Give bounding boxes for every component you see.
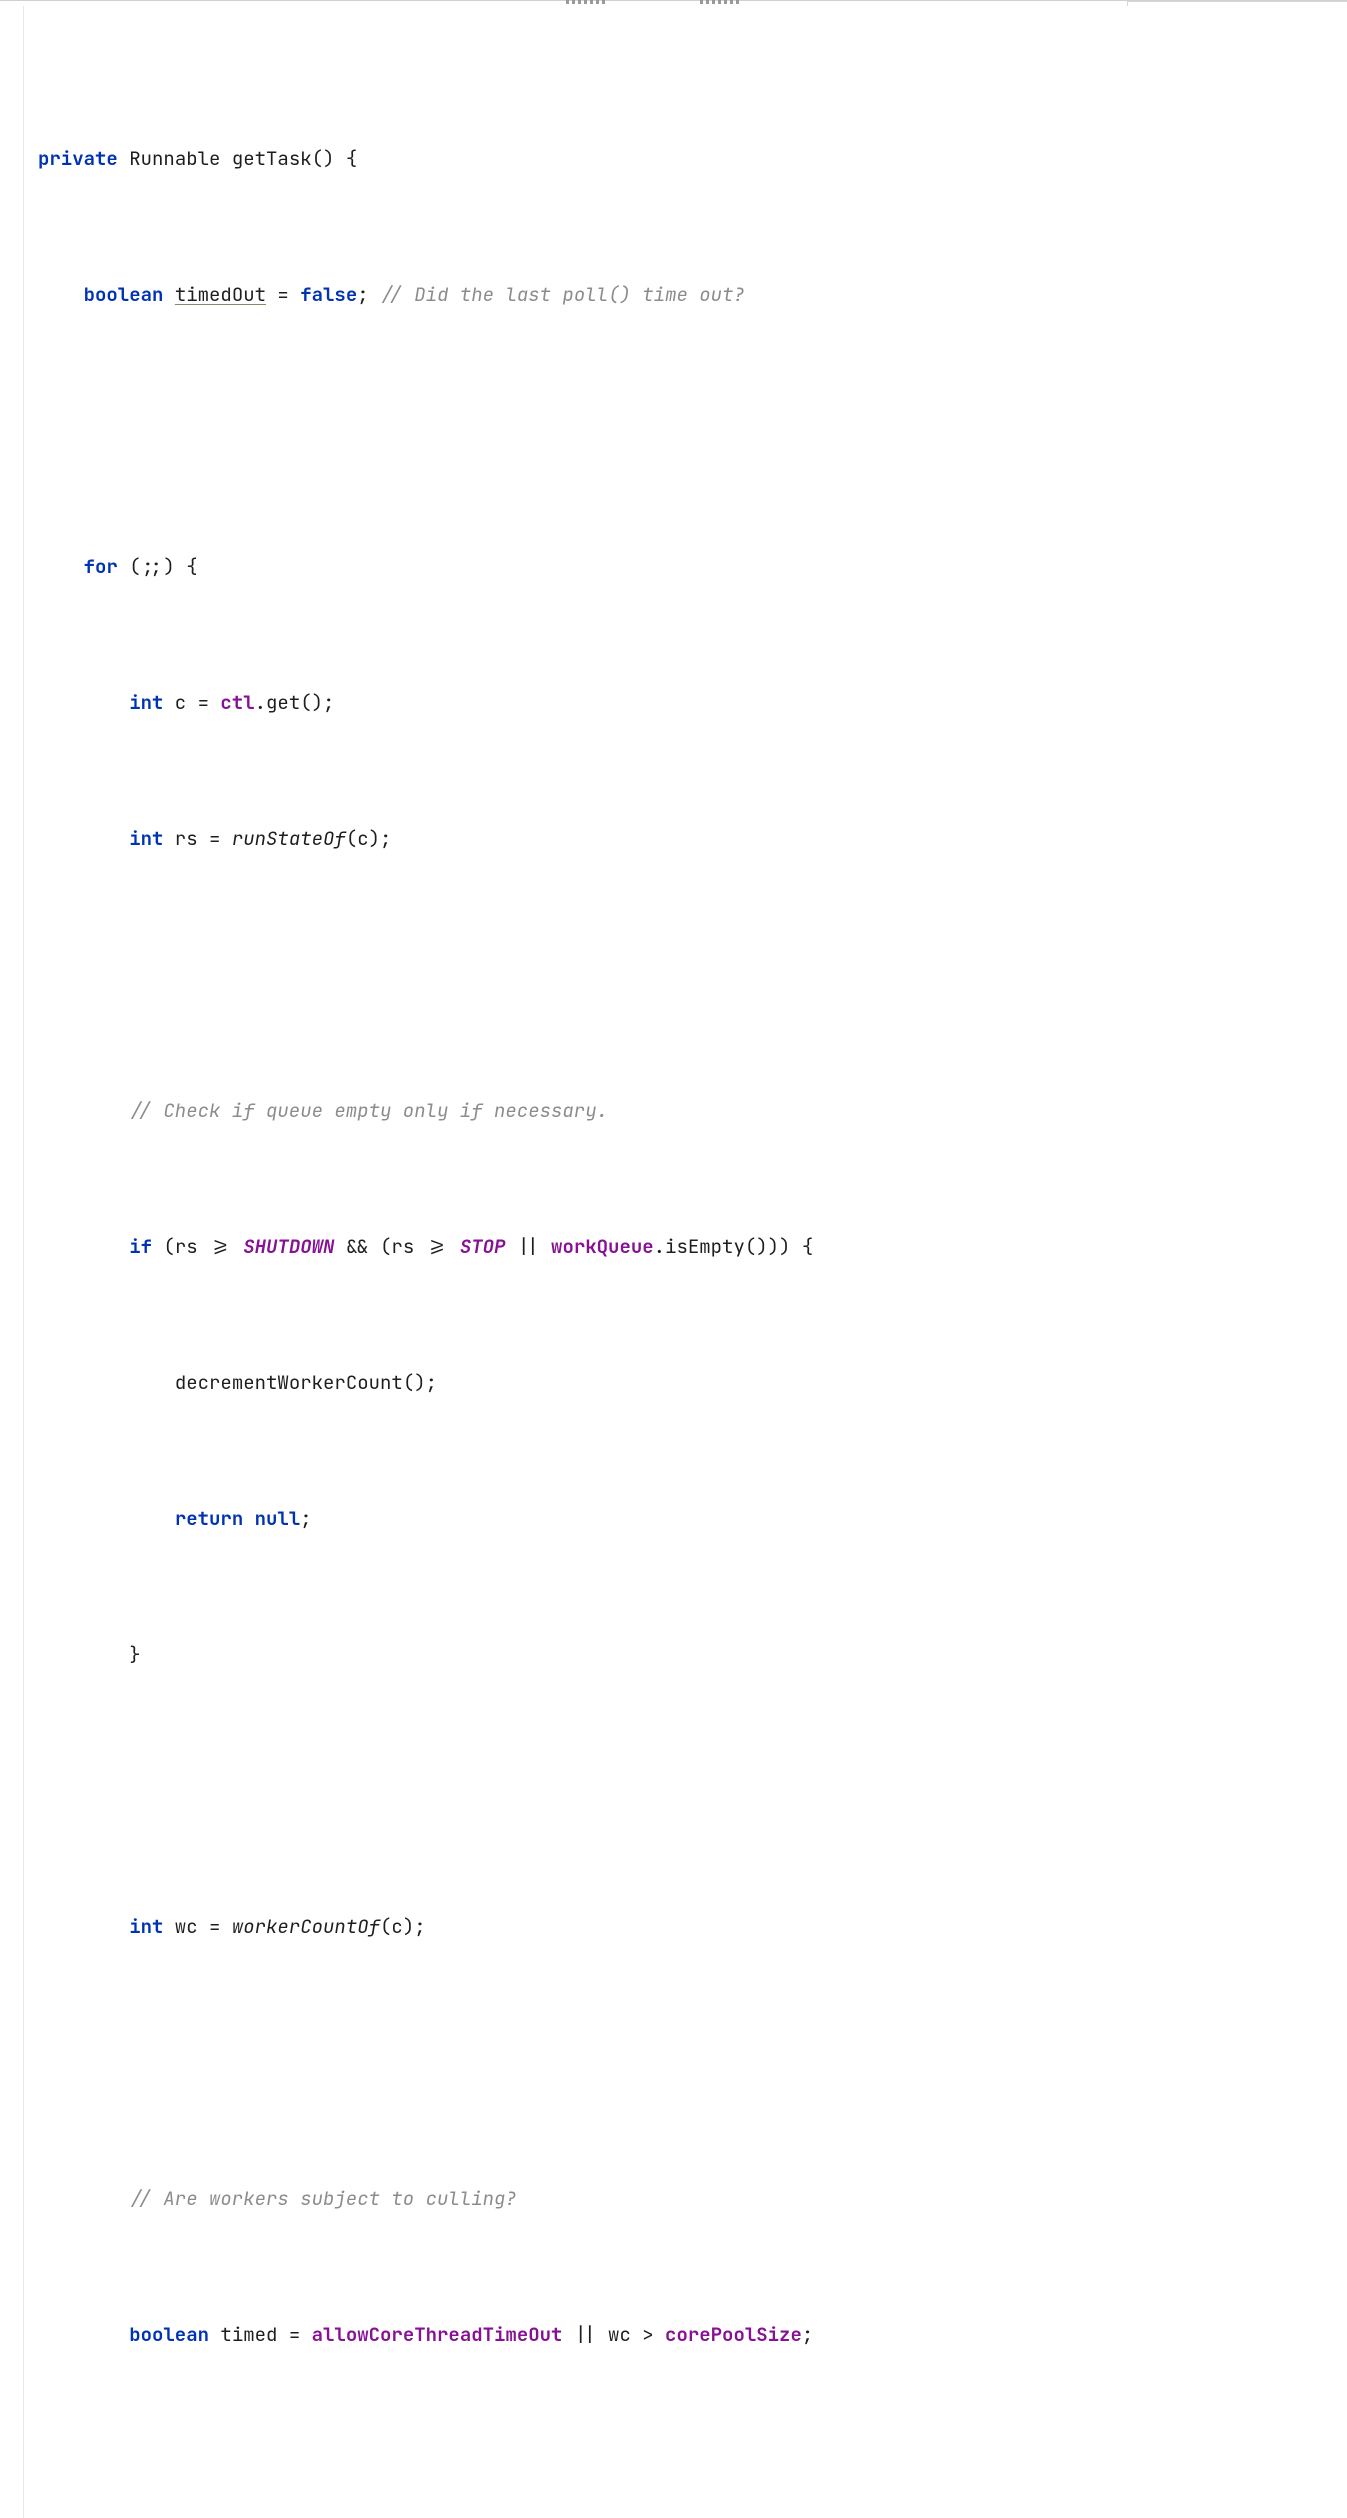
comment: // Are workers subject to culling? [129,2186,517,2211]
code-line[interactable]: private Runnable getTask() { [38,142,1347,176]
field: ctl [220,690,254,715]
comment: // Check if queue empty only if necessar… [129,1098,608,1123]
keyword: private [38,146,118,171]
code-editor[interactable]: private Runnable getTask() { boolean tim… [0,6,1347,2518]
keyword: return null [175,1506,300,1531]
keyword: for [84,554,118,579]
code-line[interactable]: boolean timedOut = false; // Did the las… [38,278,1347,312]
comment: // Did the last poll() time out? [380,282,745,307]
editor-gutter [0,6,24,2518]
brace: } [129,1642,140,1667]
method-name: getTask [232,146,312,171]
constant: SHUTDOWN [243,1234,334,1259]
keyword: boolean [129,2322,209,2347]
code-line[interactable]: int wc = workerCountOf(c); [38,1910,1347,1944]
type: Runnable [129,146,220,171]
keyword: int [129,826,163,851]
static-method: workerCountOf [232,1914,380,1939]
static-method: runStateOf [232,826,346,851]
code-line[interactable]: } [38,1638,1347,1672]
field: corePoolSize [665,2322,802,2347]
method-call: decrementWorkerCount(); [175,1370,437,1395]
code-line[interactable]: return null; [38,1502,1347,1536]
code-line[interactable]: // Are workers subject to culling? [38,2182,1347,2216]
keyword: if [129,1234,152,1259]
code-line[interactable]: boolean timed = allowCoreThreadTimeOut |… [38,2318,1347,2352]
code-line[interactable] [38,414,1347,448]
code-line[interactable]: for (;;) { [38,550,1347,584]
code-line[interactable] [38,2454,1347,2488]
keyword: int [129,690,163,715]
code-line[interactable] [38,2046,1347,2080]
code-line[interactable]: // Check if queue empty only if necessar… [38,1094,1347,1128]
keyword: int [129,1914,163,1939]
literal: false [300,282,357,307]
code-line[interactable] [38,1774,1347,1808]
code-line[interactable]: int c = ctl.get(); [38,686,1347,720]
code-line[interactable]: int rs = runStateOf(c); [38,822,1347,856]
field: allowCoreThreadTimeOut [312,2322,563,2347]
constant: STOP [460,1234,506,1259]
variable: timedOut [175,282,266,307]
code-line[interactable] [38,958,1347,992]
keyword: boolean [84,282,164,307]
field: workQueue [551,1234,654,1259]
code-line[interactable]: decrementWorkerCount(); [38,1366,1347,1400]
